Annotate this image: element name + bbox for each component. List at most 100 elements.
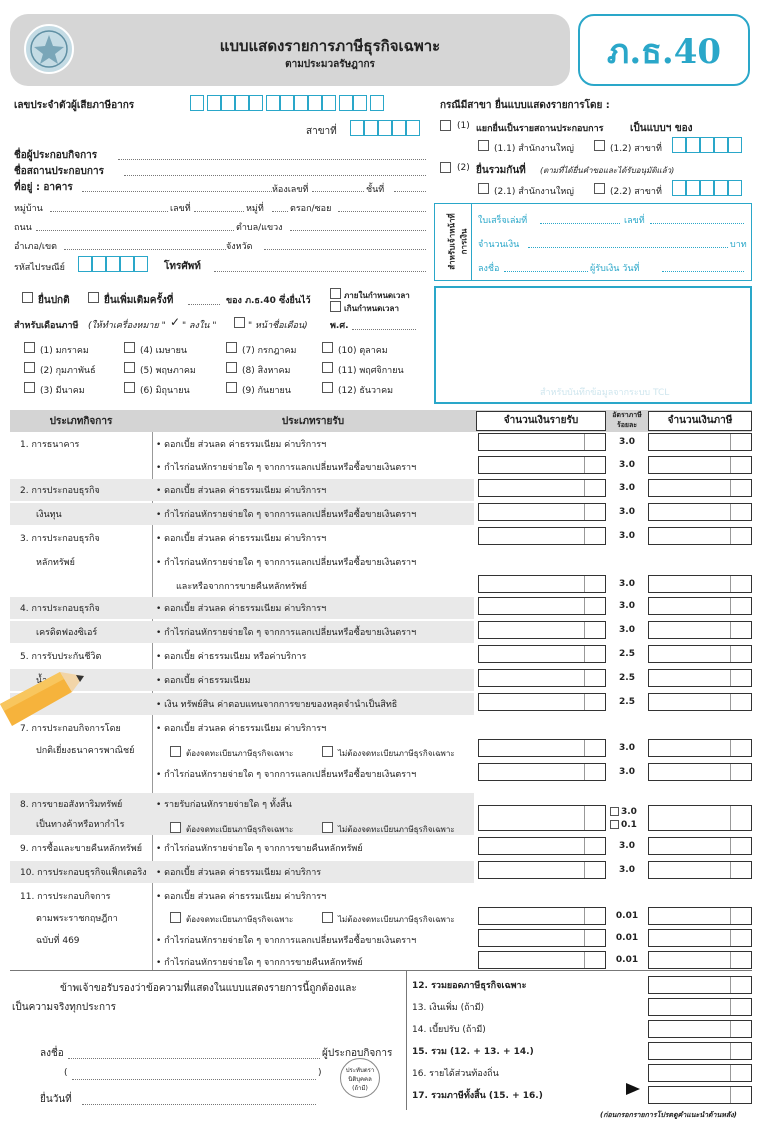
summary-amount-field[interactable] — [648, 998, 752, 1016]
month-checkbox[interactable] — [124, 342, 135, 353]
phone-field[interactable] — [214, 262, 426, 272]
tax-amount-field[interactable] — [648, 527, 752, 545]
tax-id-field[interactable] — [190, 95, 384, 111]
summary-amount-field[interactable] — [648, 1064, 752, 1082]
house-no-field[interactable] — [194, 202, 244, 212]
opt1-checkbox[interactable] — [440, 120, 451, 131]
income-amount-field[interactable] — [478, 503, 606, 521]
income-amount-field[interactable] — [478, 951, 606, 969]
income-amount-field[interactable] — [478, 907, 606, 925]
tax-amount-field[interactable] — [648, 621, 752, 639]
tax-amount-field[interactable] — [648, 763, 752, 781]
month-checkbox[interactable] — [24, 382, 35, 393]
must-register-checkbox[interactable] — [170, 822, 181, 833]
lane-field[interactable] — [338, 202, 426, 212]
tax-amount-field[interactable] — [648, 861, 752, 879]
province-field[interactable] — [264, 240, 426, 250]
officer-amount-field[interactable] — [528, 238, 728, 248]
additional-filing-checkbox[interactable] — [88, 292, 99, 303]
month-checkbox[interactable] — [226, 382, 237, 393]
subdistrict-field[interactable] — [290, 221, 426, 231]
summary-amount-field[interactable] — [648, 1086, 752, 1104]
not-register-checkbox[interactable] — [322, 746, 333, 757]
month-checkbox[interactable] — [226, 362, 237, 373]
income-amount-field[interactable] — [478, 763, 606, 781]
income-amount-field[interactable] — [478, 575, 606, 593]
tax-amount-field[interactable] — [648, 805, 752, 831]
opt1-2-checkbox[interactable] — [594, 140, 605, 151]
receipt-no-field[interactable] — [650, 214, 744, 224]
overdue-checkbox[interactable] — [330, 301, 341, 312]
income-amount-field[interactable] — [478, 739, 606, 757]
road-field[interactable] — [36, 221, 234, 231]
room-field[interactable] — [312, 182, 364, 192]
postcode-field[interactable] — [78, 256, 148, 272]
opt2-2-branch-field[interactable] — [672, 180, 742, 196]
tax-amount-field[interactable] — [648, 503, 752, 521]
tax-amount-field[interactable] — [648, 739, 752, 757]
income-amount-field[interactable] — [478, 479, 606, 497]
income-amount-field[interactable] — [478, 645, 606, 663]
income-amount-field[interactable] — [478, 693, 606, 711]
date-field[interactable] — [82, 1095, 316, 1105]
income-amount-field[interactable] — [478, 861, 606, 879]
sign-field[interactable] — [68, 1049, 320, 1059]
tax-amount-field[interactable] — [648, 456, 752, 474]
tax-amount-field[interactable] — [648, 907, 752, 925]
month-checkbox[interactable] — [124, 362, 135, 373]
opt1-1-checkbox[interactable] — [478, 140, 489, 151]
floor-field[interactable] — [394, 182, 426, 192]
not-register-checkbox[interactable] — [322, 822, 333, 833]
not-register-checkbox[interactable] — [322, 912, 333, 923]
month-checkbox[interactable] — [322, 362, 333, 373]
income-amount-field[interactable] — [478, 929, 606, 947]
printed-name-field[interactable] — [72, 1070, 316, 1080]
income-amount-field[interactable] — [478, 597, 606, 615]
moo-field[interactable] — [272, 202, 288, 212]
opt2-checkbox[interactable] — [440, 162, 451, 173]
tax-amount-field[interactable] — [648, 951, 752, 969]
receiver-date-field[interactable] — [662, 262, 744, 272]
opt2-2-checkbox[interactable] — [594, 183, 605, 194]
tax-amount-field[interactable] — [648, 837, 752, 855]
rate-8b-checkbox[interactable] — [610, 820, 619, 829]
income-amount-field[interactable] — [478, 805, 606, 831]
month-checkbox[interactable] — [124, 382, 135, 393]
operator-name-field[interactable] — [118, 150, 426, 160]
summary-amount-field[interactable] — [648, 976, 752, 994]
building-field[interactable] — [82, 182, 272, 192]
summary-amount-field[interactable] — [648, 1042, 752, 1060]
income-amount-field[interactable] — [478, 527, 606, 545]
opt1-2-branch-field[interactable] — [672, 137, 742, 153]
must-register-checkbox[interactable] — [170, 912, 181, 923]
income-amount-field[interactable] — [478, 837, 606, 855]
branch-no-field[interactable] — [350, 120, 420, 136]
month-checkbox[interactable] — [24, 342, 35, 353]
income-amount-field[interactable] — [478, 433, 606, 451]
tax-amount-field[interactable] — [648, 597, 752, 615]
opt2-1-checkbox[interactable] — [478, 183, 489, 194]
normal-filing-checkbox[interactable] — [22, 292, 33, 303]
year-field[interactable] — [352, 320, 416, 330]
must-register-checkbox[interactable] — [170, 746, 181, 757]
summary-amount-field[interactable] — [648, 1020, 752, 1038]
establishment-field[interactable] — [124, 166, 426, 176]
tax-amount-field[interactable] — [648, 929, 752, 947]
tax-amount-field[interactable] — [648, 433, 752, 451]
additional-times-field[interactable] — [188, 295, 220, 305]
tax-amount-field[interactable] — [648, 479, 752, 497]
income-amount-field[interactable] — [478, 456, 606, 474]
income-amount-field[interactable] — [478, 621, 606, 639]
month-checkbox[interactable] — [322, 342, 333, 353]
receipt-book-field[interactable] — [540, 214, 620, 224]
month-checkbox[interactable] — [226, 342, 237, 353]
tax-amount-field[interactable] — [648, 693, 752, 711]
tax-amount-field[interactable] — [648, 669, 752, 687]
rate-8a-checkbox[interactable] — [610, 807, 619, 816]
district-field[interactable] — [64, 240, 226, 250]
village-field[interactable] — [50, 202, 168, 212]
within-checkbox[interactable] — [330, 288, 341, 299]
tax-amount-field[interactable] — [648, 575, 752, 593]
month-checkbox[interactable] — [24, 362, 35, 373]
month-checkbox[interactable] — [322, 382, 333, 393]
